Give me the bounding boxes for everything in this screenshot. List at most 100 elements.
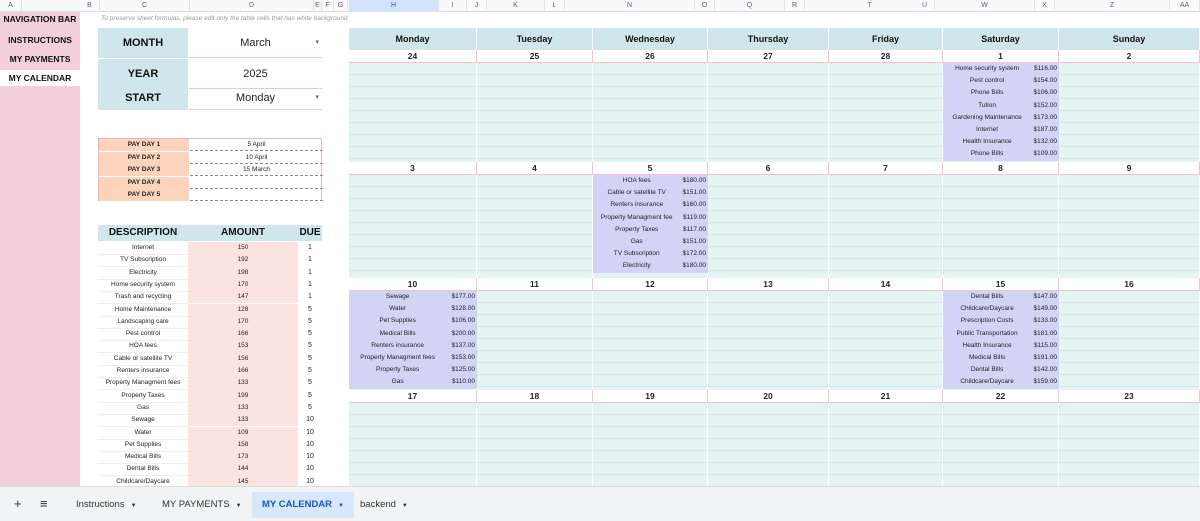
payment-entry[interactable]: TV Subscription $172.00 <box>593 248 708 260</box>
payment-entry[interactable]: Pest control $154.00 <box>943 75 1059 87</box>
bill-amount[interactable]: 150 <box>188 242 298 255</box>
bill-amount[interactable]: 153 <box>188 340 298 353</box>
payment-entry[interactable]: Public Transportation $181.00 <box>943 328 1059 340</box>
start-select[interactable]: Monday ▾ <box>189 86 322 110</box>
bill-description[interactable]: Home security system <box>98 279 188 292</box>
tab-backend[interactable]: backend ▼ <box>350 492 418 518</box>
payment-entry[interactable]: Water $128.00 <box>349 303 477 315</box>
tab-dropdown-icon[interactable]: ▼ <box>402 503 408 509</box>
bill-description[interactable]: Sewage <box>98 414 188 428</box>
bill-due[interactable]: 1 <box>298 254 322 266</box>
bill-due[interactable]: 5 <box>298 304 322 316</box>
payment-entry[interactable]: Childcare/Daycare $159.00 <box>943 376 1059 388</box>
day-cell[interactable] <box>708 291 829 390</box>
tab-my-payments[interactable]: MY PAYMENTS ▼ <box>152 492 252 518</box>
bill-due[interactable]: 5 <box>298 328 322 340</box>
bill-description[interactable]: Property Taxes <box>98 390 188 403</box>
day-cell[interactable] <box>943 403 1059 486</box>
nav-my-payments[interactable]: MY PAYMENTS <box>0 51 80 67</box>
payment-entry[interactable]: Prescription Costs $133.00 <box>943 315 1059 327</box>
bill-description[interactable]: Water <box>98 427 188 440</box>
bill-due[interactable]: 5 <box>298 353 322 365</box>
tab-my-calendar[interactable]: MY CALENDAR ▼ <box>252 492 354 518</box>
payment-entry[interactable]: Property Managment fee $119.00 <box>593 212 708 224</box>
day-cell[interactable] <box>829 403 943 486</box>
column-header-G[interactable]: G <box>334 0 348 12</box>
payment-entry[interactable]: HOA fees $180.00 <box>593 175 708 187</box>
bill-amount[interactable]: 145 <box>188 475 298 486</box>
bill-due[interactable]: 5 <box>298 365 322 377</box>
add-sheet-icon[interactable]: + <box>14 495 22 513</box>
nav-my-calendar[interactable]: MY CALENDAR <box>0 70 80 86</box>
column-header-Q[interactable]: Q <box>715 0 785 12</box>
column-header-X[interactable]: X <box>1035 0 1055 12</box>
bill-due[interactable]: 10 <box>298 463 322 475</box>
tab-dropdown-icon[interactable]: ▼ <box>131 503 137 509</box>
day-cell[interactable] <box>708 403 829 486</box>
payment-entry[interactable]: Pet Supplies $106.00 <box>349 315 477 327</box>
payday-value[interactable]: 5 April <box>190 139 323 151</box>
day-cell[interactable] <box>708 63 829 162</box>
column-header-AA[interactable]: AA <box>1170 0 1200 12</box>
column-header-K[interactable]: K <box>487 0 545 12</box>
bill-amount[interactable]: 133 <box>188 414 298 427</box>
day-cell[interactable] <box>349 175 477 278</box>
payment-entry[interactable]: Cable or satellite TV $151.00 <box>593 187 708 199</box>
bill-amount[interactable]: 156 <box>188 352 298 365</box>
bill-amount[interactable]: 109 <box>188 426 298 439</box>
column-header-E[interactable]: E <box>314 0 322 12</box>
payment-entry[interactable]: Home security system $116.00 <box>943 63 1059 75</box>
bill-description[interactable]: Gas <box>98 402 188 415</box>
day-cell[interactable] <box>1059 403 1200 486</box>
day-cell[interactable] <box>349 403 477 486</box>
payment-entry[interactable]: Childcare/Daycare $149.00 <box>943 303 1059 315</box>
payment-entry[interactable]: Property Taxes $117.00 <box>593 224 708 236</box>
payday-value[interactable]: 15 March <box>190 164 323 176</box>
column-header-H[interactable]: H <box>349 0 439 12</box>
day-cell[interactable] <box>477 63 593 162</box>
bill-due[interactable]: 10 <box>298 427 322 439</box>
bill-description[interactable]: Trash and recycling <box>98 291 188 305</box>
bill-due[interactable]: 1 <box>298 242 322 254</box>
day-cell[interactable] <box>593 63 708 162</box>
bill-amount[interactable]: 173 <box>188 451 298 464</box>
month-select[interactable]: March ▾ <box>189 28 322 58</box>
bill-due[interactable]: 5 <box>298 377 322 389</box>
column-header-Z[interactable]: Z <box>1055 0 1170 12</box>
day-cell[interactable] <box>477 175 593 278</box>
column-header-D[interactable]: D <box>190 0 314 12</box>
bill-amount[interactable]: 192 <box>188 254 298 267</box>
bill-amount[interactable]: 166 <box>188 365 298 378</box>
column-header-W[interactable]: W <box>935 0 1035 12</box>
payment-entry[interactable]: Dental Bills $147.00 <box>943 291 1059 303</box>
column-header-A[interactable]: A <box>0 0 22 12</box>
payment-entry[interactable]: Health Insurance $132.00 <box>943 136 1059 148</box>
payment-entry[interactable]: Medical Bills $200.00 <box>349 328 477 340</box>
bill-description[interactable]: Electricity <box>98 267 188 280</box>
tab-dropdown-icon[interactable]: ▼ <box>338 503 344 509</box>
bill-due[interactable]: 1 <box>298 267 322 279</box>
payment-entry[interactable]: Gas $151.00 <box>593 236 708 248</box>
payday-value[interactable] <box>190 189 323 201</box>
bill-description[interactable]: Childcare/Daycare <box>98 476 188 486</box>
payment-entry[interactable]: Phone Bills $109.00 <box>943 148 1059 160</box>
tab-instructions[interactable]: Instructions ▼ <box>66 492 147 518</box>
payment-entry[interactable]: Phone Bills $106.00 <box>943 87 1059 99</box>
payment-entry[interactable]: Internet $187.00 <box>943 124 1059 136</box>
column-header-B[interactable]: B <box>80 0 100 12</box>
payment-entry[interactable]: Renters insurance $137.00 <box>349 340 477 352</box>
bill-due[interactable]: 1 <box>298 279 322 291</box>
bill-amount[interactable]: 133 <box>188 401 298 415</box>
bill-description[interactable]: HOA fees <box>98 340 188 354</box>
bill-due[interactable]: 10 <box>298 476 322 486</box>
bill-due[interactable]: 1 <box>298 291 322 303</box>
day-cell[interactable] <box>477 291 593 390</box>
payment-entry[interactable]: Medical Bills $191.00 <box>943 352 1059 364</box>
day-cell[interactable] <box>1059 175 1200 278</box>
bill-due[interactable]: 10 <box>298 451 322 463</box>
bill-description[interactable]: Pet Supplies <box>98 439 188 452</box>
payment-entry[interactable]: Gas $110.00 <box>349 376 477 388</box>
bill-description[interactable]: Pest control <box>98 328 188 342</box>
day-cell[interactable] <box>829 63 943 162</box>
bill-amount[interactable]: 199 <box>188 389 298 402</box>
